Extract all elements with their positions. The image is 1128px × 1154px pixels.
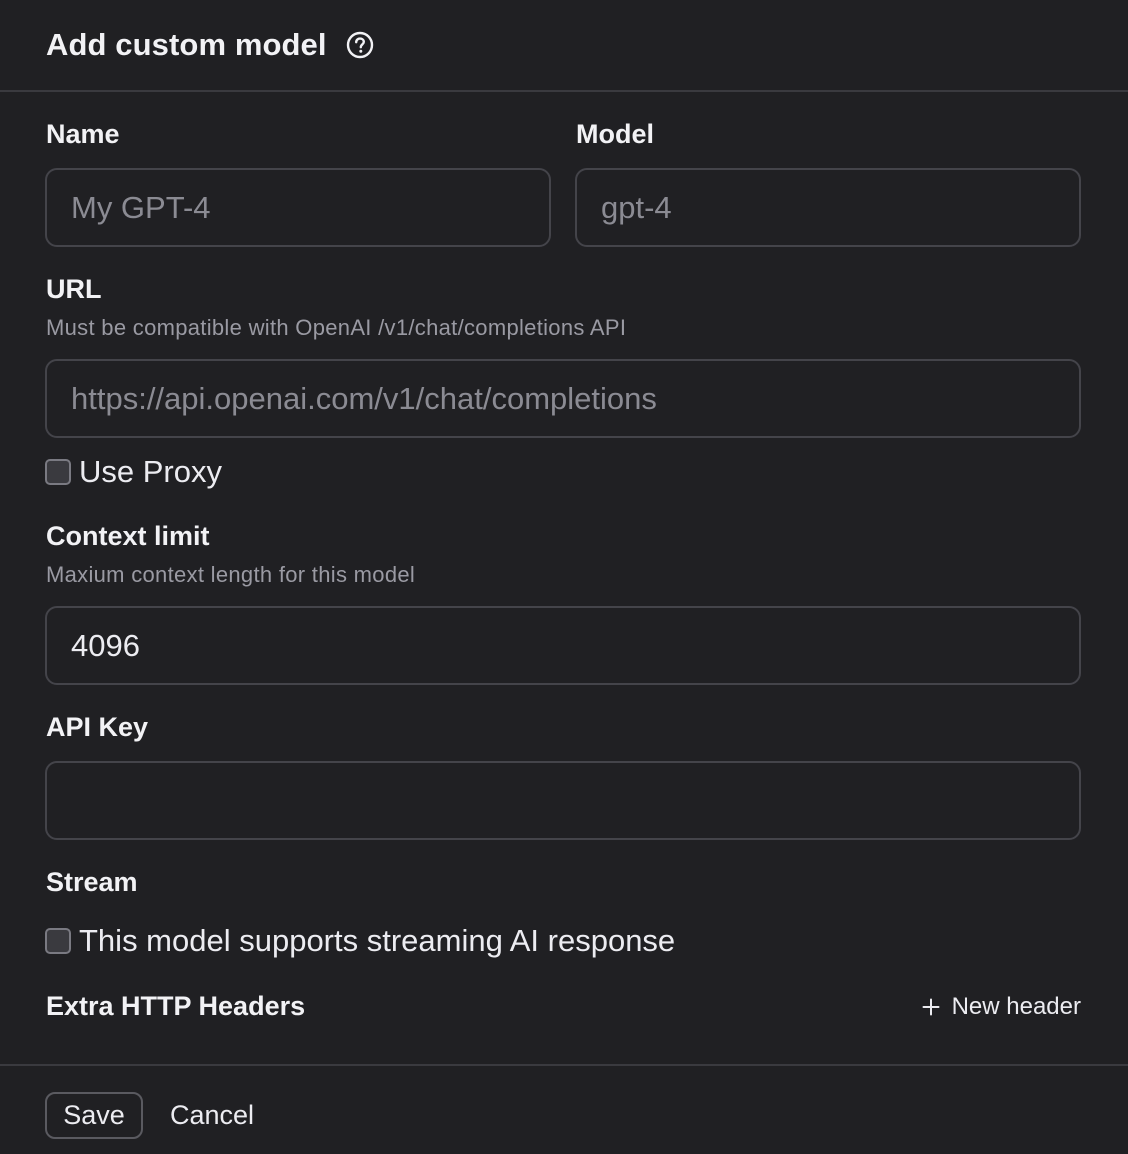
extra-headers-label: Extra HTTP Headers (46, 991, 306, 1021)
model-input[interactable]: gpt-4 (575, 168, 1081, 247)
dialog-body: Name My GPT-4 Model gpt-4 URL Must be co… (0, 92, 1128, 1064)
stream-row[interactable]: This model supports streaming AI respons… (45, 923, 675, 959)
model-label: Model (576, 119, 654, 149)
stream-checkbox[interactable] (45, 928, 71, 954)
name-label: Name (46, 119, 120, 149)
plus-icon (922, 998, 940, 1016)
help-circle-icon[interactable] (346, 31, 374, 59)
use-proxy-row[interactable]: Use Proxy (45, 454, 222, 490)
dialog-title: Add custom model (46, 27, 327, 62)
context-limit-label: Context limit (46, 521, 210, 551)
api-key-input[interactable] (45, 761, 1081, 840)
stream-checkbox-label: This model supports streaming AI respons… (79, 923, 676, 958)
stream-label: Stream (46, 867, 138, 897)
context-limit-value: 4096 (71, 627, 140, 663)
url-label: URL (46, 274, 102, 304)
name-placeholder: My GPT-4 (71, 189, 211, 225)
use-proxy-checkbox[interactable] (45, 459, 71, 485)
dialog-footer: Save Cancel (0, 1064, 1128, 1154)
dialog-header: Add custom model (0, 0, 1128, 92)
url-hint: Must be compatible with OpenAI /v1/chat/… (46, 315, 627, 340)
cancel-button[interactable]: Cancel (170, 1092, 254, 1139)
model-placeholder: gpt-4 (601, 189, 672, 225)
api-key-label: API Key (46, 712, 149, 742)
use-proxy-label: Use Proxy (79, 454, 222, 489)
new-header-button[interactable]: New header (922, 993, 1081, 1021)
new-header-label: New header (951, 993, 1081, 1020)
name-input[interactable]: My GPT-4 (45, 168, 551, 247)
context-limit-hint: Maxium context length for this model (46, 562, 416, 587)
url-placeholder: https://api.openai.com/v1/chat/completio… (71, 380, 657, 416)
context-limit-input[interactable]: 4096 (45, 606, 1081, 685)
save-button[interactable]: Save (45, 1092, 143, 1139)
url-input[interactable]: https://api.openai.com/v1/chat/completio… (45, 359, 1081, 438)
